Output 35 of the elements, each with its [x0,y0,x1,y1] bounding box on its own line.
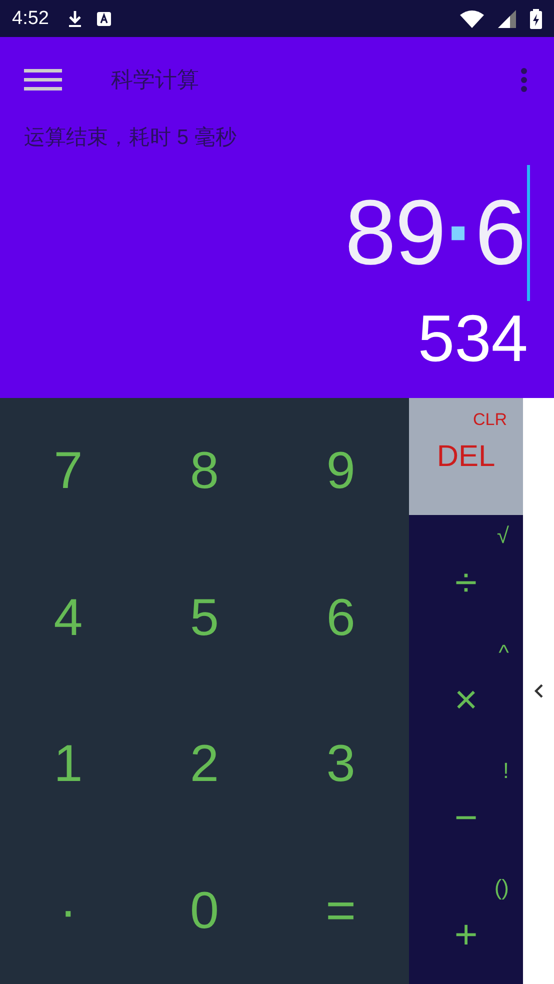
operator-key[interactable]: + [454,912,478,958]
clock: 4:52 [12,8,49,30]
digit-key[interactable]: 8 [180,437,229,506]
digit-key[interactable]: 4 [44,584,93,652]
expression-field[interactable]: 89·6 [344,187,525,279]
function-key[interactable]: ! [502,758,509,784]
operator-key[interactable]: × [454,678,478,724]
digit-key[interactable]: 6 [316,584,366,652]
operator-key[interactable]: − [454,796,478,841]
result-value: 534 [416,305,528,371]
digit-key[interactable]: 9 [316,437,366,506]
function-key[interactable]: √ [496,523,509,549]
function-key[interactable]: ^ [498,640,509,666]
digit-key[interactable]: 7 [44,437,93,506]
operator-key[interactable]: ÷ [455,561,477,606]
digit-key[interactable]: 0 [180,876,229,945]
digit-key[interactable]: 1 [44,730,93,798]
menu-button[interactable] [24,67,62,93]
download-icon [66,10,83,28]
digit-key[interactable]: 2 [180,730,229,798]
chevron-left-icon [534,683,544,699]
expand-panel-button[interactable] [534,683,544,699]
app-title: 科学计算 [111,66,199,94]
signal-icon [498,10,516,28]
menu-icon [24,67,62,93]
wifi-icon [460,10,484,28]
battery-icon [530,8,542,28]
more-options-icon [520,67,528,93]
status-message: 运算结束，耗时 5 毫秒 [24,125,238,151]
keyboard-icon [96,12,111,26]
digit-key[interactable]: 3 [316,730,366,798]
digit-key[interactable]: · [50,876,87,945]
digit-key[interactable]: = [316,876,366,945]
digit-key[interactable]: 5 [180,584,229,652]
function-key[interactable]: () [494,874,509,901]
